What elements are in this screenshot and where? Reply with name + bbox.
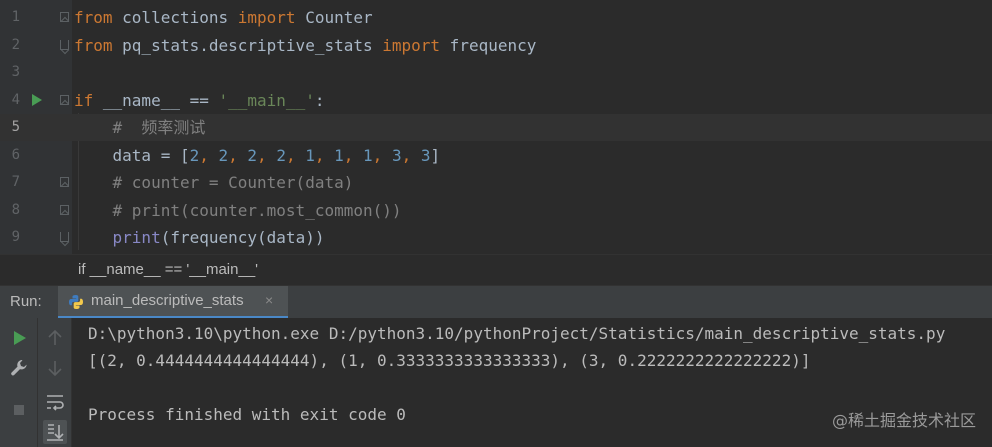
code-token: , (343, 145, 364, 165)
code-token: from (74, 35, 113, 55)
line-number[interactable]: 9 (0, 224, 20, 251)
code-text: # 频率测试 (74, 114, 206, 141)
line-number[interactable]: 8 (0, 197, 20, 224)
code-line[interactable]: 2 from pq_stats.descriptive_stats import … (0, 32, 992, 59)
code-token: 2 (218, 145, 229, 165)
console-exit-line: Process finished with exit code 0 (88, 405, 406, 424)
code-token: 3 (391, 145, 402, 165)
code-token: , (228, 145, 248, 165)
python-icon (69, 295, 83, 309)
fold-marker-icon[interactable] (60, 94, 69, 105)
code-token: ] (430, 145, 441, 165)
fold-marker-icon[interactable] (60, 204, 69, 215)
code-token: # 频率测试 (74, 118, 206, 137)
stop-icon[interactable] (7, 398, 31, 422)
run-label: Run: (10, 293, 42, 310)
console-output-line: [(2, 0.4444444444444444), (1, 0.33333333… (88, 351, 811, 370)
code-text: # print(counter.most_common()) (74, 197, 402, 224)
breadcrumb-label[interactable]: if __name__ == '__main__' (78, 261, 258, 278)
code-line[interactable]: 6 data = [2, 2, 2, 2, 1, 1, 1, 3, 3] (0, 142, 992, 169)
line-number[interactable]: 1 (0, 4, 20, 31)
code-token: : (314, 90, 325, 110)
code-token: import (237, 8, 296, 27)
code-token: 2 (247, 145, 258, 165)
code-line[interactable]: 8 # print(counter.most_common()) (0, 197, 992, 224)
line-number[interactable]: 6 (0, 142, 20, 169)
soft-wrap-icon[interactable] (43, 390, 67, 414)
code-token: , (372, 145, 392, 165)
code-editor[interactable]: 1 from collections import Counter 2 from pq… (0, 0, 992, 254)
code-text: # counter = Counter(data) (74, 169, 354, 196)
line-number[interactable]: 3 (0, 59, 20, 86)
code-text: print(frequency(data)) (74, 224, 325, 251)
code-line[interactable]: 3 (0, 59, 992, 86)
scroll-to-end-icon[interactable] (43, 420, 67, 444)
line-number[interactable]: 4 (0, 87, 20, 114)
code-token: 2 (189, 145, 200, 165)
code-text: from pq_stats.descriptive_stats import f… (74, 32, 536, 59)
code-token: 1 (305, 145, 315, 165)
code-token: # counter = Counter(data) (74, 173, 354, 192)
run-tool-window-header: Run: main_descriptive_stats × (0, 285, 992, 319)
code-token: import (382, 35, 441, 55)
code-token: Counter (295, 8, 373, 27)
code-token: pq_stats.descriptive_stats (112, 35, 383, 55)
fold-marker-icon[interactable] (60, 177, 69, 187)
fold-marker-icon[interactable] (60, 12, 69, 22)
breadcrumb[interactable]: if __name__ == '__main__' (0, 254, 992, 285)
close-icon[interactable]: × (265, 292, 273, 308)
line-number[interactable]: 5 (0, 114, 20, 141)
line-number[interactable]: 2 (0, 32, 20, 59)
arrow-down-icon[interactable] (43, 356, 67, 380)
code-text: data = [2, 2, 2, 2, 1, 1, 1, 3, 3] (74, 142, 441, 169)
arrow-up-icon[interactable] (43, 326, 67, 350)
run-toolbar-right (38, 318, 72, 447)
code-token: 2 (276, 145, 286, 165)
code-token: collections (112, 8, 238, 27)
code-token: __name__ == (93, 90, 219, 110)
code-token: , (257, 145, 277, 165)
fold-marker-icon[interactable] (60, 39, 69, 50)
code-token: data = [ (74, 145, 190, 165)
run-gutter-icon[interactable] (32, 93, 42, 106)
rerun-icon[interactable] (7, 326, 31, 350)
run-console[interactable]: D:\python3.10\python.exe D:/python3.10/p… (0, 318, 992, 447)
run-toolbar-left (0, 318, 38, 447)
code-token: 1 (334, 145, 344, 165)
code-token: frequency (440, 35, 537, 55)
code-token: , (285, 145, 306, 165)
code-line[interactable]: 4 if __name__ == '__main__': (0, 87, 992, 114)
console-command-line: D:\python3.10\python.exe D:/python3.10/p… (88, 324, 946, 343)
code-token: '__main__' (218, 90, 315, 110)
code-token: , (314, 145, 335, 165)
watermark: @稀土掘金技术社区 (831, 411, 976, 430)
code-token: # print(counter.most_common()) (74, 200, 402, 220)
code-line[interactable]: 9 print(frequency(data)) (0, 224, 992, 251)
code-text: from collections import Counter (74, 4, 373, 31)
code-line[interactable]: 7 # counter = Counter(data) (0, 169, 992, 196)
code-line[interactable]: 1 from collections import Counter (0, 4, 992, 31)
run-tab-main-descriptive-stats[interactable]: main_descriptive_stats × (58, 286, 288, 319)
run-tab-label: main_descriptive_stats (91, 292, 244, 309)
code-token: , (199, 145, 219, 165)
code-token: (frequency(data)) (160, 228, 325, 247)
line-number[interactable]: 7 (0, 169, 20, 196)
code-line[interactable]: 5 # 频率测试 (0, 114, 992, 141)
code-token: print (112, 228, 161, 247)
code-token: , (401, 145, 421, 165)
code-text: if __name__ == '__main__': (74, 87, 324, 114)
code-token: 1 (363, 145, 373, 165)
code-token: from (74, 8, 113, 27)
fold-marker-icon[interactable] (60, 232, 69, 242)
wrench-icon[interactable] (7, 356, 31, 380)
code-token: if (74, 90, 94, 110)
